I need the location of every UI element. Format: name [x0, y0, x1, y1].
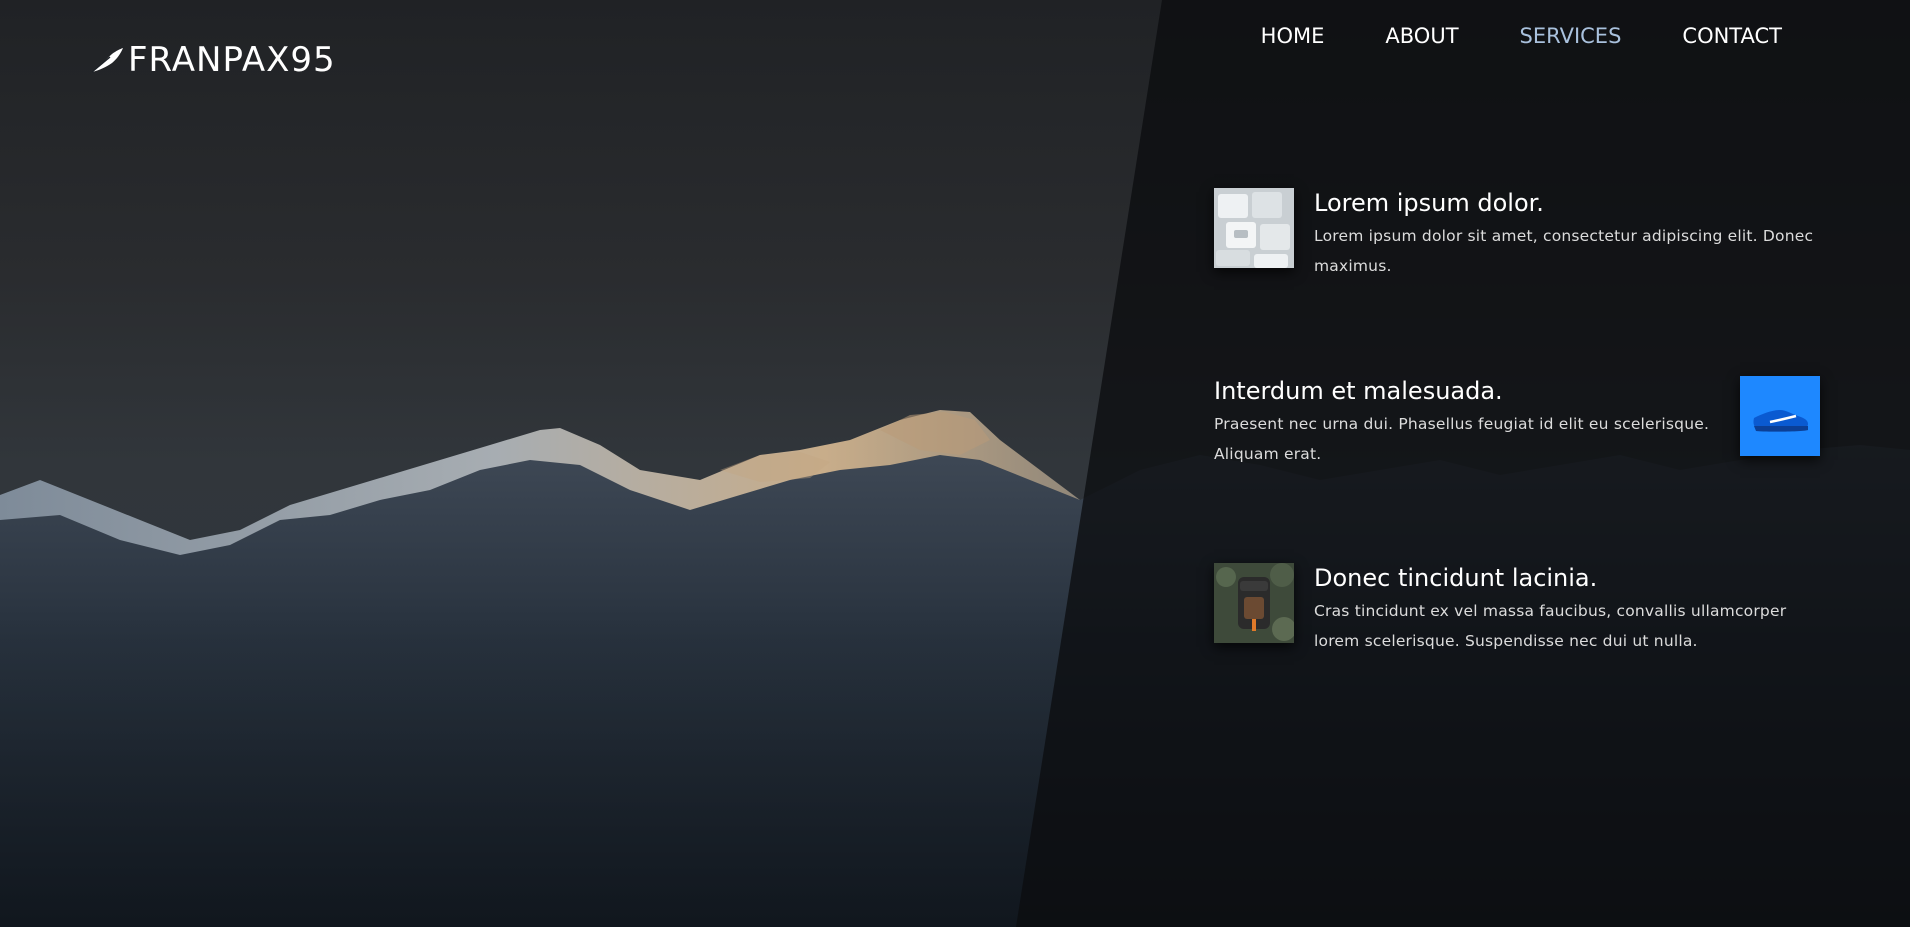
brand-name: FRANPAX95 [128, 40, 336, 80]
service-item: Donec tincidunt lacinia. Cras tincidunt … [1214, 563, 1820, 650]
service-title: Donec tincidunt lacinia. [1314, 564, 1598, 592]
nav-services-link[interactable]: SERVICES [1520, 24, 1622, 48]
service-title: Lorem ipsum dolor. [1314, 189, 1544, 217]
service-item: Interdum et malesuada. Praesent nec urna… [1214, 376, 1820, 463]
service-title: Interdum et malesuada. [1214, 377, 1503, 405]
nav-home-link[interactable]: HOME [1261, 24, 1325, 48]
service-item: Lorem ipsum dolor. Lorem ipsum dolor sit… [1214, 188, 1820, 275]
nav-contact-link[interactable]: CONTACT [1682, 24, 1782, 48]
feather-icon [91, 48, 123, 73]
keyboard-thumbnail [1214, 188, 1294, 268]
service-description: Lorem ipsum dolor sit amet, consectetur … [1314, 227, 1814, 275]
service-description: Cras tincidunt ex vel massa faucibus, co… [1314, 602, 1787, 650]
blue-sneaker-thumbnail [1740, 376, 1820, 456]
main-nav: HOME ABOUT SERVICES CONTACT [1261, 24, 1782, 48]
backpack-thumbnail [1214, 563, 1294, 643]
brand-logo[interactable]: FRANPAX95 [90, 40, 336, 80]
nav-about-link[interactable]: ABOUT [1385, 24, 1458, 48]
service-description: Praesent nec urna dui. Phasellus feugiat… [1214, 415, 1710, 463]
